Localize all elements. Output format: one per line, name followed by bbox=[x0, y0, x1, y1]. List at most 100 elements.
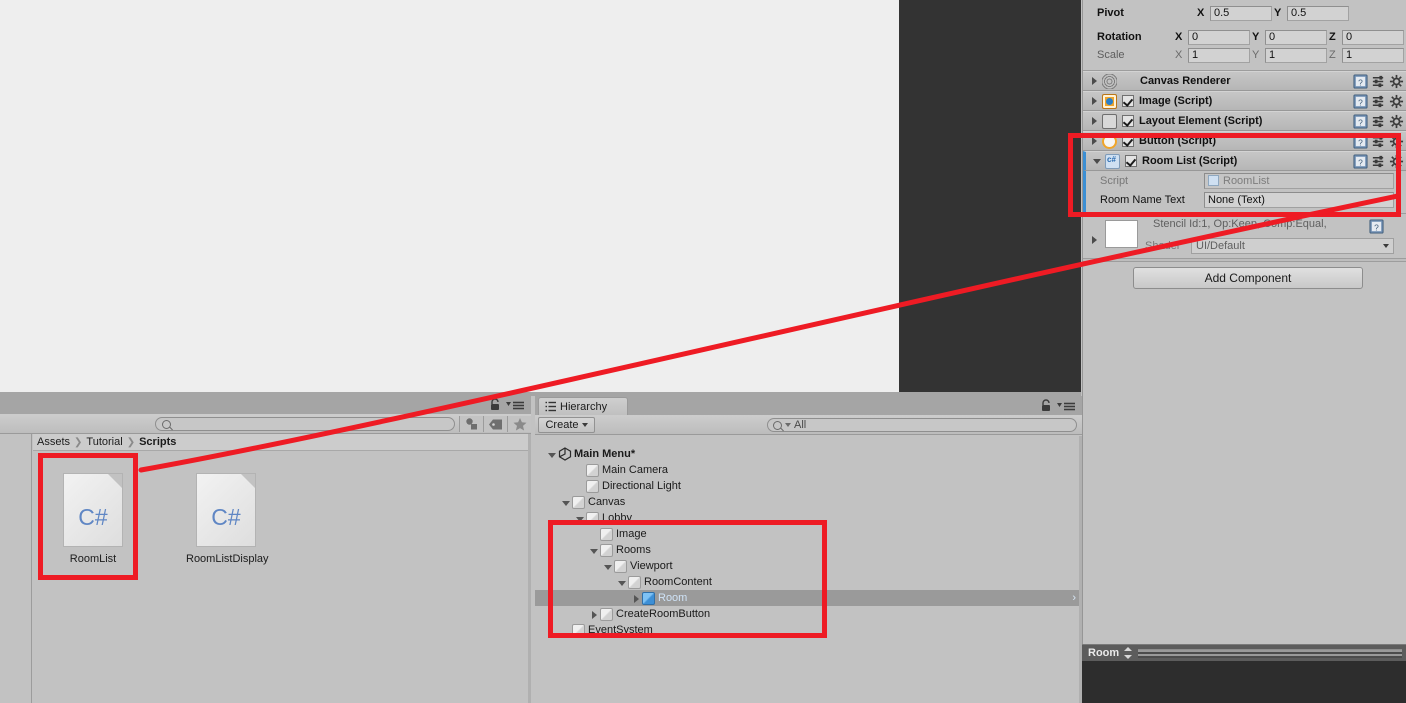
hierarchy-node-main-camera[interactable]: Main Camera bbox=[535, 462, 1082, 478]
preset-icon[interactable] bbox=[1371, 154, 1386, 169]
rotation-z-field[interactable]: 0 bbox=[1342, 29, 1404, 45]
room-list-enabled-checkbox[interactable] bbox=[1125, 155, 1137, 167]
preview-stepper-icon[interactable] bbox=[1123, 647, 1133, 659]
twisty-right-icon[interactable] bbox=[589, 609, 600, 620]
component-header-layout-element[interactable]: Layout Element (Script) ? bbox=[1083, 111, 1406, 131]
help-book-icon[interactable]: ? bbox=[1353, 134, 1368, 149]
axis-label-z: Z bbox=[1329, 49, 1336, 61]
help-book-icon[interactable]: ? bbox=[1353, 74, 1368, 89]
foldout-arrow-icon[interactable] bbox=[1089, 75, 1101, 87]
filter-by-type-button[interactable] bbox=[459, 416, 483, 432]
hierarchy-node-eventsystem[interactable]: EventSystem bbox=[535, 622, 1082, 638]
twisty-down-icon[interactable] bbox=[561, 497, 572, 508]
preset-icon[interactable] bbox=[1371, 74, 1386, 89]
image-enabled-checkbox[interactable] bbox=[1122, 95, 1134, 107]
twisty-placeholder bbox=[589, 529, 600, 540]
panel-options-menu-icon[interactable] bbox=[1057, 402, 1075, 411]
component-name: Room List (Script) bbox=[1142, 155, 1238, 167]
breadcrumb-item-assets[interactable]: Assets bbox=[37, 436, 70, 448]
breadcrumb-item-scripts[interactable]: Scripts bbox=[139, 436, 176, 448]
twisty-right-icon[interactable] bbox=[631, 593, 642, 604]
foldout-arrow-icon[interactable] bbox=[1089, 95, 1101, 107]
lock-icon[interactable] bbox=[489, 398, 501, 411]
pivot-y-field[interactable]: 0.5 bbox=[1287, 5, 1349, 21]
help-book-icon[interactable]: ? bbox=[1353, 114, 1368, 129]
help-book-icon[interactable]: ? bbox=[1369, 219, 1384, 234]
scale-y-field[interactable]: 1 bbox=[1265, 47, 1327, 63]
hierarchy-search-input[interactable]: All bbox=[767, 418, 1077, 432]
twisty-down-icon[interactable] bbox=[575, 513, 586, 524]
twisty-down-icon[interactable] bbox=[589, 545, 600, 556]
button-enabled-checkbox[interactable] bbox=[1122, 135, 1134, 147]
scale-x-field[interactable]: 1 bbox=[1188, 47, 1250, 63]
gear-icon[interactable] bbox=[1389, 114, 1404, 129]
preset-icon[interactable] bbox=[1371, 114, 1386, 129]
twisty-down-icon[interactable] bbox=[603, 561, 614, 572]
rotation-z: Z 0 bbox=[1329, 29, 1404, 45]
hierarchy-node-createroombutton[interactable]: CreateRoomButton bbox=[535, 606, 1082, 622]
hierarchy-node-lobby[interactable]: Lobby bbox=[535, 510, 1082, 526]
rotation-x-field[interactable]: 0 bbox=[1188, 29, 1250, 45]
hierarchy-node-viewport[interactable]: Viewport bbox=[535, 558, 1082, 574]
component-header-canvas-renderer[interactable]: Canvas Renderer ? bbox=[1083, 71, 1406, 91]
game-view[interactable] bbox=[0, 0, 899, 392]
preview-drag-handle[interactable] bbox=[1138, 648, 1402, 658]
lock-icon[interactable] bbox=[1040, 399, 1052, 412]
component-header-button[interactable]: Button (Script) ? bbox=[1083, 131, 1406, 151]
hierarchy-node-canvas[interactable]: Canvas bbox=[535, 494, 1082, 510]
help-book-icon[interactable]: ? bbox=[1353, 154, 1368, 169]
open-prefab-arrow-icon[interactable]: › bbox=[1072, 592, 1076, 604]
breadcrumb-item-tutorial[interactable]: Tutorial bbox=[86, 436, 122, 448]
asset-item-roomlist[interactable]: C# RoomList bbox=[53, 473, 133, 565]
layout-element-enabled-checkbox[interactable] bbox=[1122, 115, 1134, 127]
favorites-button[interactable] bbox=[507, 416, 531, 432]
project-folder-tree[interactable] bbox=[0, 434, 32, 703]
script-object-field[interactable]: RoomList bbox=[1204, 172, 1394, 189]
component-header-image[interactable]: Image (Script) ? bbox=[1083, 91, 1406, 111]
help-book-icon[interactable]: ? bbox=[1353, 94, 1368, 109]
hierarchy-node-directional-light[interactable]: Directional Light bbox=[535, 478, 1082, 494]
hierarchy-node-roomcontent[interactable]: RoomContent bbox=[535, 574, 1082, 590]
hierarchy-node-main-menu[interactable]: Main Menu* bbox=[535, 446, 1082, 462]
asset-name: RoomList bbox=[69, 553, 117, 565]
gear-icon[interactable] bbox=[1389, 74, 1404, 89]
filter-by-label-button[interactable] bbox=[483, 416, 507, 432]
twisty-down-icon[interactable] bbox=[617, 577, 628, 588]
hierarchy-search-value: All bbox=[794, 419, 807, 431]
hierarchy-node-label: Directional Light bbox=[602, 480, 681, 492]
prefab-cube-icon bbox=[642, 591, 655, 605]
svg-text:?: ? bbox=[1358, 117, 1363, 127]
panel-options-menu-icon[interactable] bbox=[506, 401, 524, 410]
hierarchy-node-rooms[interactable]: Rooms bbox=[535, 542, 1082, 558]
scale-z-field[interactable]: 1 bbox=[1342, 47, 1404, 63]
preset-icon[interactable] bbox=[1371, 94, 1386, 109]
room-name-text-object-field[interactable]: None (Text) bbox=[1204, 191, 1394, 208]
hierarchy-node-room[interactable]: Room › bbox=[535, 590, 1082, 606]
twisty-down-icon[interactable] bbox=[547, 449, 558, 460]
pivot-x-field[interactable]: 0.5 bbox=[1210, 5, 1272, 21]
hierarchy-scrollbar[interactable] bbox=[1079, 436, 1082, 703]
hierarchy-node-image[interactable]: Image bbox=[535, 526, 1082, 542]
preset-icon[interactable] bbox=[1371, 134, 1386, 149]
gear-icon[interactable] bbox=[1389, 94, 1404, 109]
foldout-arrow-icon[interactable] bbox=[1092, 155, 1104, 167]
gear-icon[interactable] bbox=[1389, 134, 1404, 149]
rotation-y-field[interactable]: 0 bbox=[1265, 29, 1327, 45]
foldout-arrow-icon[interactable] bbox=[1089, 115, 1101, 127]
axis-label-y: Y bbox=[1274, 7, 1282, 19]
shader-dropdown[interactable]: UI/Default bbox=[1191, 237, 1394, 254]
create-button[interactable]: Create bbox=[538, 417, 595, 433]
foldout-arrow-icon[interactable] bbox=[1089, 135, 1101, 147]
component-header-room-list[interactable]: Room List (Script) ? bbox=[1083, 151, 1406, 171]
tab-hierarchy[interactable]: Hierarchy bbox=[538, 397, 628, 415]
project-scrollbar[interactable] bbox=[528, 434, 531, 703]
gear-icon[interactable] bbox=[1389, 154, 1404, 169]
project-search-input[interactable] bbox=[155, 417, 455, 431]
asset-item-roomlistdisplay[interactable]: C# RoomListDisplay bbox=[186, 473, 269, 565]
preview-header[interactable]: Room bbox=[1082, 644, 1406, 661]
preview-panel: Room bbox=[1082, 644, 1406, 703]
svg-text:?: ? bbox=[1374, 222, 1379, 232]
divider bbox=[1083, 261, 1406, 262]
add-component-button[interactable]: Add Component bbox=[1133, 267, 1363, 289]
axis-label-x: X bbox=[1197, 7, 1205, 19]
